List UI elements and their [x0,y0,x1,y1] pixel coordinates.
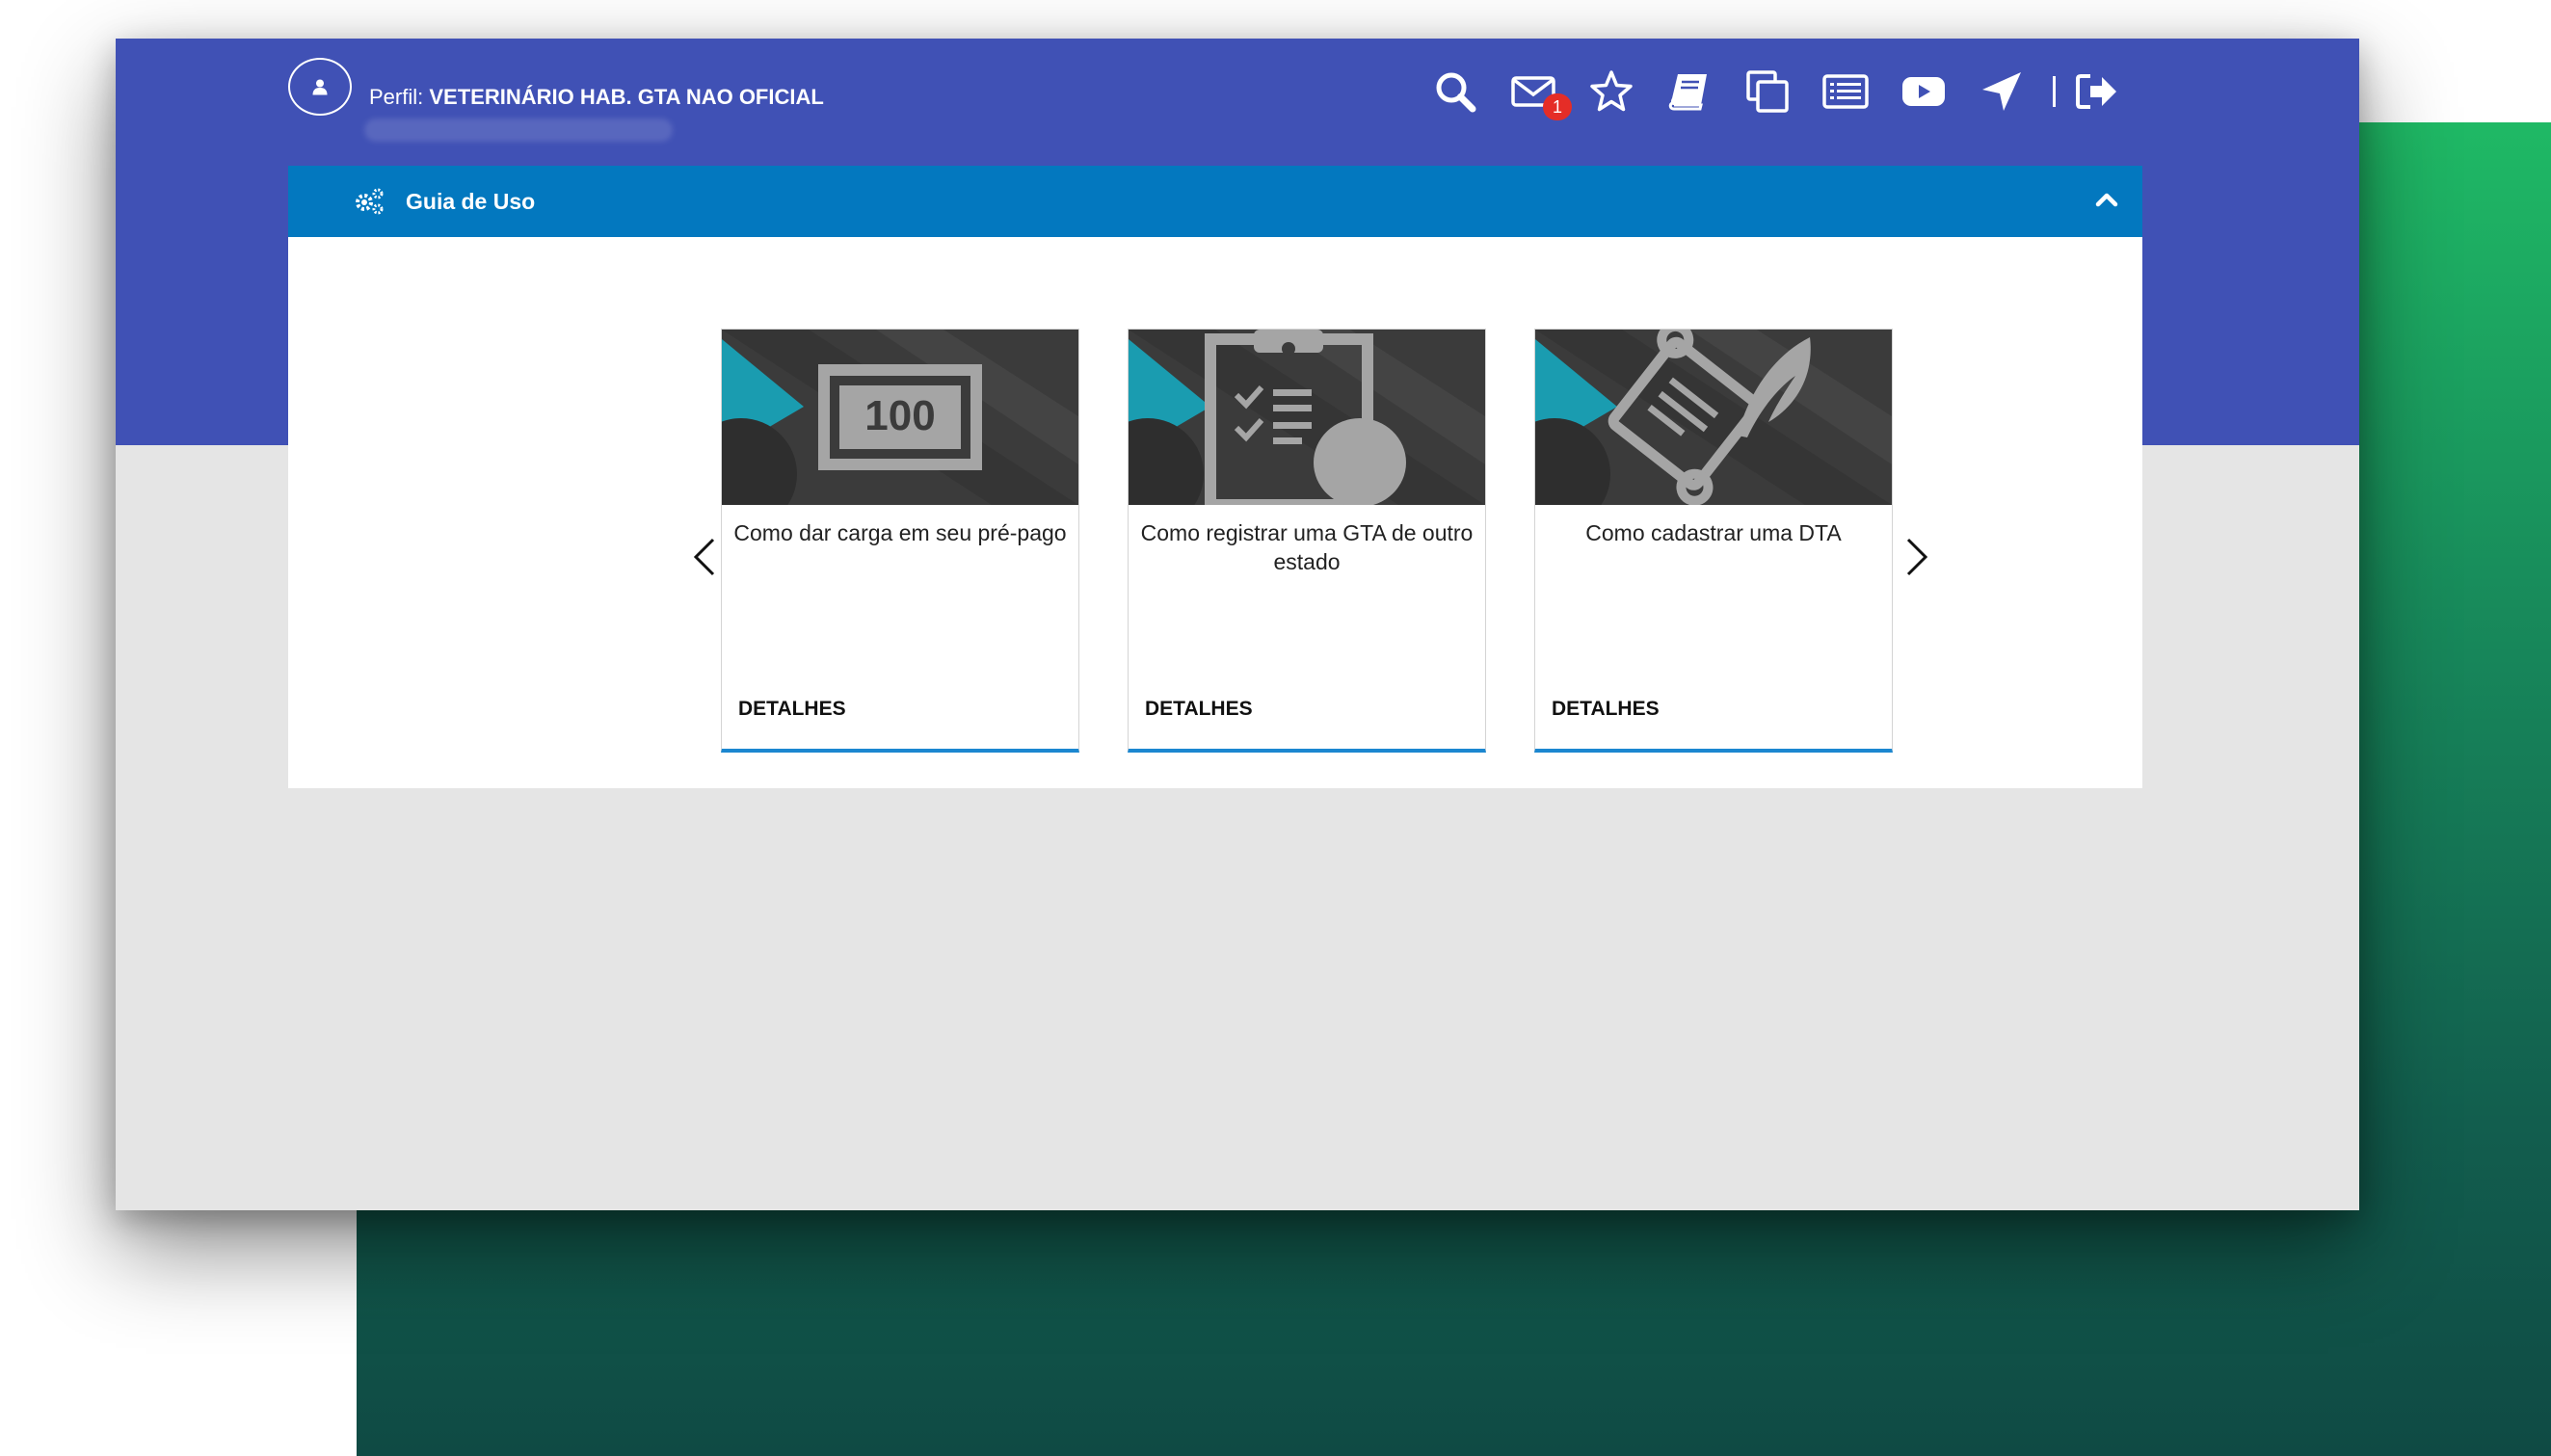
details-link[interactable]: DETALHES [1552,698,1660,721]
banknote-100-icon: 100 [722,330,1078,505]
list-icon [1822,74,1869,109]
book-icon [1668,74,1707,111]
location-arrow-icon [1982,72,2021,111]
panel-title: Guia de Uso [406,189,536,214]
guide-card[interactable]: Como cadastrar uma DTA DETALHES [1534,329,1893,753]
screenshot-stage: Perfil: VETERINÁRIO HAB. GTA NAO OFICIAL… [0,0,2551,1456]
mail-button[interactable]: 1 [1504,63,1572,120]
blurred-user-name [364,119,673,142]
user-icon [312,79,328,95]
guia-de-uso-panel: Guia de Uso 100 Como dar carga em seu pr… [288,166,2142,788]
toolbar-separator [2053,76,2056,107]
banknote-label: 100 [864,392,935,439]
search-button[interactable] [1426,63,1484,120]
card-thumbnail: 100 [722,330,1078,505]
profile-value: VETERINÁRIO HAB. GTA NAO OFICIAL [429,85,824,109]
card-thumbnail [1535,330,1892,505]
guide-card[interactable]: 100 Como dar carga em seu pré-pago DETAL… [721,329,1079,753]
card-title: Como dar carga em seu pré-pago [733,520,1067,545]
card-title: Como cadastrar uma DTA [1585,520,1842,545]
youtube-button[interactable] [1895,63,1953,120]
profile-label: Perfil: VETERINÁRIO HAB. GTA NAO OFICIAL [369,85,824,110]
guide-card[interactable]: Como registrar uma GTA de outro estado D… [1128,329,1486,753]
book-button[interactable] [1661,63,1718,120]
card-title: Como registrar uma GTA de outro estado [1140,520,1474,574]
logout-button[interactable] [2067,63,2125,120]
details-link[interactable]: DETALHES [1145,698,1253,721]
windows-icon [1746,70,1789,113]
card-thumbnail [1129,330,1485,505]
logout-icon [2076,74,2116,109]
location-button[interactable] [1973,63,2031,120]
details-link[interactable]: DETALHES [738,698,846,721]
panel-header: Guia de Uso [288,166,2142,237]
youtube-icon [1902,77,1945,106]
chevron-up-icon[interactable] [2090,183,2123,216]
scroll-feather-icon [1535,330,1892,505]
chevron-right-icon[interactable] [1902,537,1931,577]
windows-button[interactable] [1739,63,1796,120]
star-icon [1590,70,1633,112]
chevron-left-icon[interactable] [690,537,719,577]
app-window: Perfil: VETERINÁRIO HAB. GTA NAO OFICIAL… [116,39,2359,1210]
avatar[interactable] [288,58,352,116]
mail-badge: 1 [1543,93,1572,120]
profile-prefix: Perfil: [369,85,424,109]
header-toolbar: 1 [1426,58,2145,125]
favorites-button[interactable] [1582,63,1640,120]
clipboard-checklist-icon [1129,330,1485,505]
gears-icon [356,188,384,215]
list-button[interactable] [1817,63,1874,120]
search-icon [1436,72,1476,113]
